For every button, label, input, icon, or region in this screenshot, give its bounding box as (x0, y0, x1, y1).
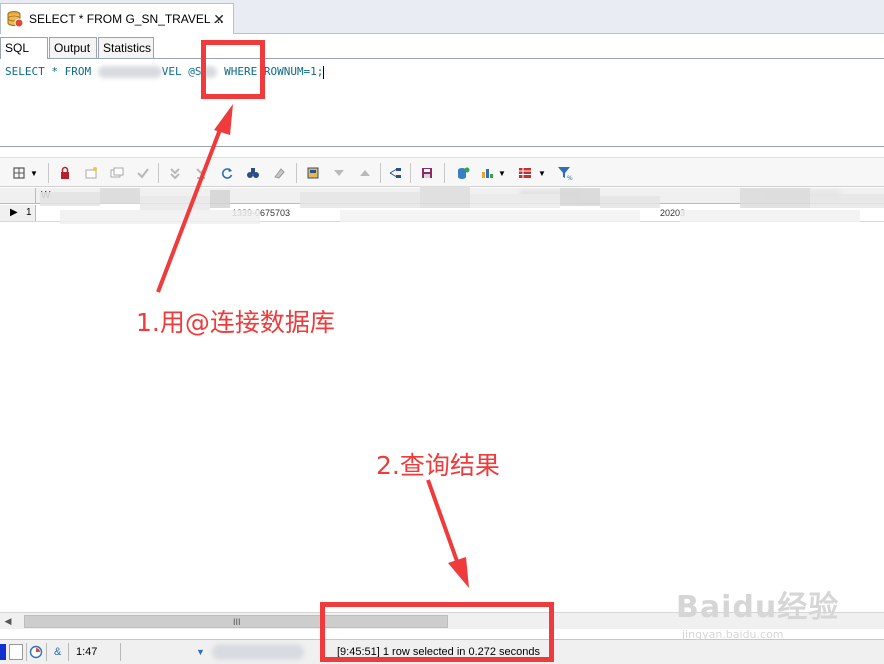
pl-sql-developer-window: SELECT * FROM G_SN_TRAVEL ... ✕ SQL Outp… (0, 0, 884, 664)
watermark-url: jingyan.baidu.com (682, 628, 784, 641)
annotation-label-result: 2.查询结果 (376, 451, 500, 480)
watermark: Baidu经验 jingyan.baidu.com (676, 582, 839, 641)
annotation-label-dblink: 1.用@连接数据库 (136, 308, 335, 337)
watermark-logo: Baidu经验 (676, 590, 840, 625)
annotation-arrows (156, 104, 469, 588)
